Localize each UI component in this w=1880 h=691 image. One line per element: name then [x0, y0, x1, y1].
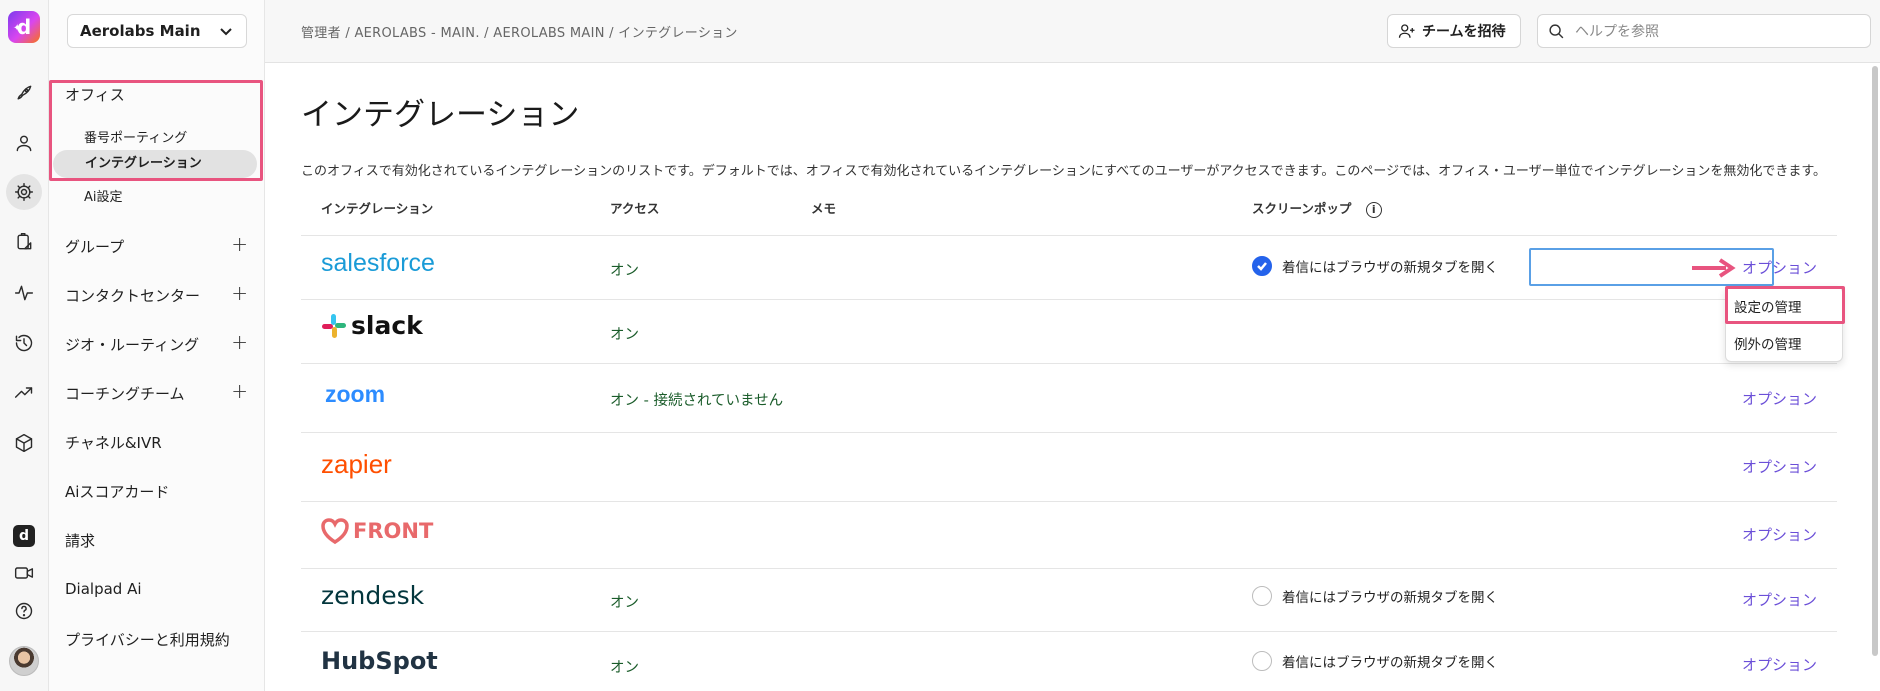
screenpop-checkbox[interactable]: 着信にはブラウザの新規タブを開く [1252, 256, 1498, 276]
access-status: オン [610, 327, 639, 343]
check-icon [1252, 256, 1272, 276]
help-icon[interactable] [10, 597, 38, 625]
user-icon[interactable] [10, 129, 38, 157]
workspace-selector[interactable]: Aerolabs Main [67, 14, 247, 48]
sidebar-item-contact-center[interactable]: コンタクトセンター [65, 285, 200, 306]
zapier-logo: zapier [321, 449, 392, 479]
screenpop-label: 着信にはブラウザの新規タブを開く [1282, 590, 1498, 606]
hubspot-logo: HubSpot [321, 647, 438, 675]
invite-team-label: チームを招待 [1422, 24, 1506, 40]
chevron-down-icon [218, 23, 234, 39]
radio-icon [1252, 586, 1272, 606]
video-icon[interactable] [10, 559, 38, 587]
plus-icon[interactable]: + [231, 330, 248, 354]
search-input[interactable]: ヘルプを参照 [1537, 14, 1871, 48]
divider [301, 432, 1837, 433]
history-icon[interactable] [10, 329, 38, 357]
search-icon [1549, 23, 1564, 38]
access-status: オン - 接続されていません [610, 393, 784, 409]
dialpad-app-icon[interactable]: d [13, 525, 35, 547]
clipboard-icon[interactable] [10, 228, 38, 256]
slack-logo: slack [321, 311, 423, 340]
info-icon[interactable]: i [1365, 201, 1382, 218]
sidebar-item-coaching-team[interactable]: コーチングチーム [65, 383, 185, 404]
zoom-logo: zoom [325, 381, 386, 407]
front-icon [321, 518, 349, 545]
focus-outline [1529, 248, 1774, 286]
sidebar-item-channels-ivr[interactable]: チャネル&IVR [65, 432, 162, 453]
sidebar-item-office[interactable]: オフィス [65, 84, 125, 105]
screenpop-checkbox[interactable]: 着信にはブラウザの新規タブを開く [1252, 651, 1498, 671]
sidebar-item-groups[interactable]: グループ [65, 236, 124, 257]
divider [301, 235, 1837, 236]
options-button[interactable]: オプション [1742, 589, 1817, 610]
highlight-manage-settings-box [1725, 286, 1845, 324]
access-status: オン [610, 263, 639, 279]
options-button[interactable]: オプション [1742, 257, 1817, 278]
access-status: オン [610, 660, 639, 676]
app: ✦ d d Aerolabs Main オフィス 番号ポーティング インテグレー… [0, 0, 1880, 691]
sidebar: Aerolabs Main オフィス 番号ポーティング インテグレーション Ai… [49, 0, 265, 691]
divider [301, 631, 1837, 632]
divider [301, 568, 1837, 569]
header-screenpop: スクリーンポップ i [1252, 198, 1382, 218]
page-description: このオフィスで有効化されているインテグレーションのリストです。デフォルトでは、オ… [301, 164, 1827, 179]
sidebar-item-ai-scorecard[interactable]: Aiスコアカード [65, 481, 169, 502]
gear-icon[interactable] [6, 174, 42, 210]
sidebar-item-privacy[interactable]: プライバシーと利用規約 [65, 629, 230, 650]
screenpop-checkbox[interactable]: 着信にはブラウザの新規タブを開く [1252, 586, 1498, 606]
options-button[interactable]: オプション [1742, 388, 1817, 409]
header-screenpop-label: スクリーンポップ [1252, 201, 1352, 216]
front-logo: FRONT [321, 517, 433, 545]
divider [301, 299, 1837, 300]
radio-icon [1252, 651, 1272, 671]
access-status: オン [610, 595, 639, 611]
front-wordmark: FRONT [353, 519, 434, 543]
dialpad-logo-icon[interactable]: ✦ d [8, 11, 40, 43]
cube-icon[interactable] [10, 429, 38, 457]
plus-icon[interactable]: + [231, 379, 248, 403]
options-button[interactable]: オプション [1742, 456, 1817, 477]
slack-icon [322, 313, 346, 338]
header-integration: インテグレーション [321, 201, 434, 216]
salesforce-logo: salesforce [321, 249, 435, 277]
header-access: アクセス [610, 201, 660, 216]
icon-rail: ✦ d d [0, 0, 49, 691]
invite-team-button[interactable]: チームを招待 [1387, 14, 1521, 48]
rocket-icon[interactable] [10, 79, 38, 107]
sidebar-item-dialpad-ai[interactable]: Dialpad Ai [65, 580, 142, 598]
options-button[interactable]: オプション [1742, 524, 1817, 545]
divider [301, 363, 1837, 364]
screenpop-label: 着信にはブラウザの新規タブを開く [1282, 260, 1498, 276]
trending-icon[interactable] [10, 379, 38, 407]
scrollbar[interactable] [1872, 66, 1878, 656]
page-title: インテグレーション [301, 97, 580, 133]
divider [301, 501, 1837, 502]
header-memo: メモ [811, 201, 837, 216]
plus-icon[interactable]: + [231, 232, 248, 256]
activity-icon[interactable] [10, 279, 38, 307]
plus-icon[interactable]: + [231, 281, 248, 305]
breadcrumb[interactable]: 管理者 / AEROLABS - MAIN. / AEROLABS MAIN /… [301, 22, 738, 41]
arrow-right-icon [1692, 258, 1736, 278]
sidebar-item-number-porting[interactable]: 番号ポーティング [84, 127, 187, 146]
sidebar-item-ai-settings[interactable]: Ai設定 [84, 186, 123, 205]
search-placeholder: ヘルプを参照 [1575, 24, 1659, 40]
slack-wordmark: slack [351, 311, 423, 340]
avatar[interactable] [9, 646, 39, 676]
sidebar-item-geo-routing[interactable]: ジオ・ルーティング [65, 334, 199, 355]
workspace-name: Aerolabs Main [80, 22, 201, 40]
screenpop-label: 着信にはブラウザの新規タブを開く [1282, 655, 1498, 671]
user-plus-icon [1398, 24, 1415, 38]
options-button[interactable]: オプション [1742, 654, 1817, 675]
sidebar-item-billing[interactable]: 請求 [65, 530, 95, 551]
zendesk-logo: zendesk [321, 581, 425, 610]
main-content: インテグレーション このオフィスで有効化されているインテグレーションのリストです… [265, 63, 1880, 691]
sidebar-item-integrations[interactable]: インテグレーション [53, 150, 257, 178]
menu-item-manage-exceptions[interactable]: 例外の管理 [1734, 333, 1802, 353]
top-bar: 管理者 / AEROLABS - MAIN. / AEROLABS MAIN /… [265, 0, 1880, 63]
